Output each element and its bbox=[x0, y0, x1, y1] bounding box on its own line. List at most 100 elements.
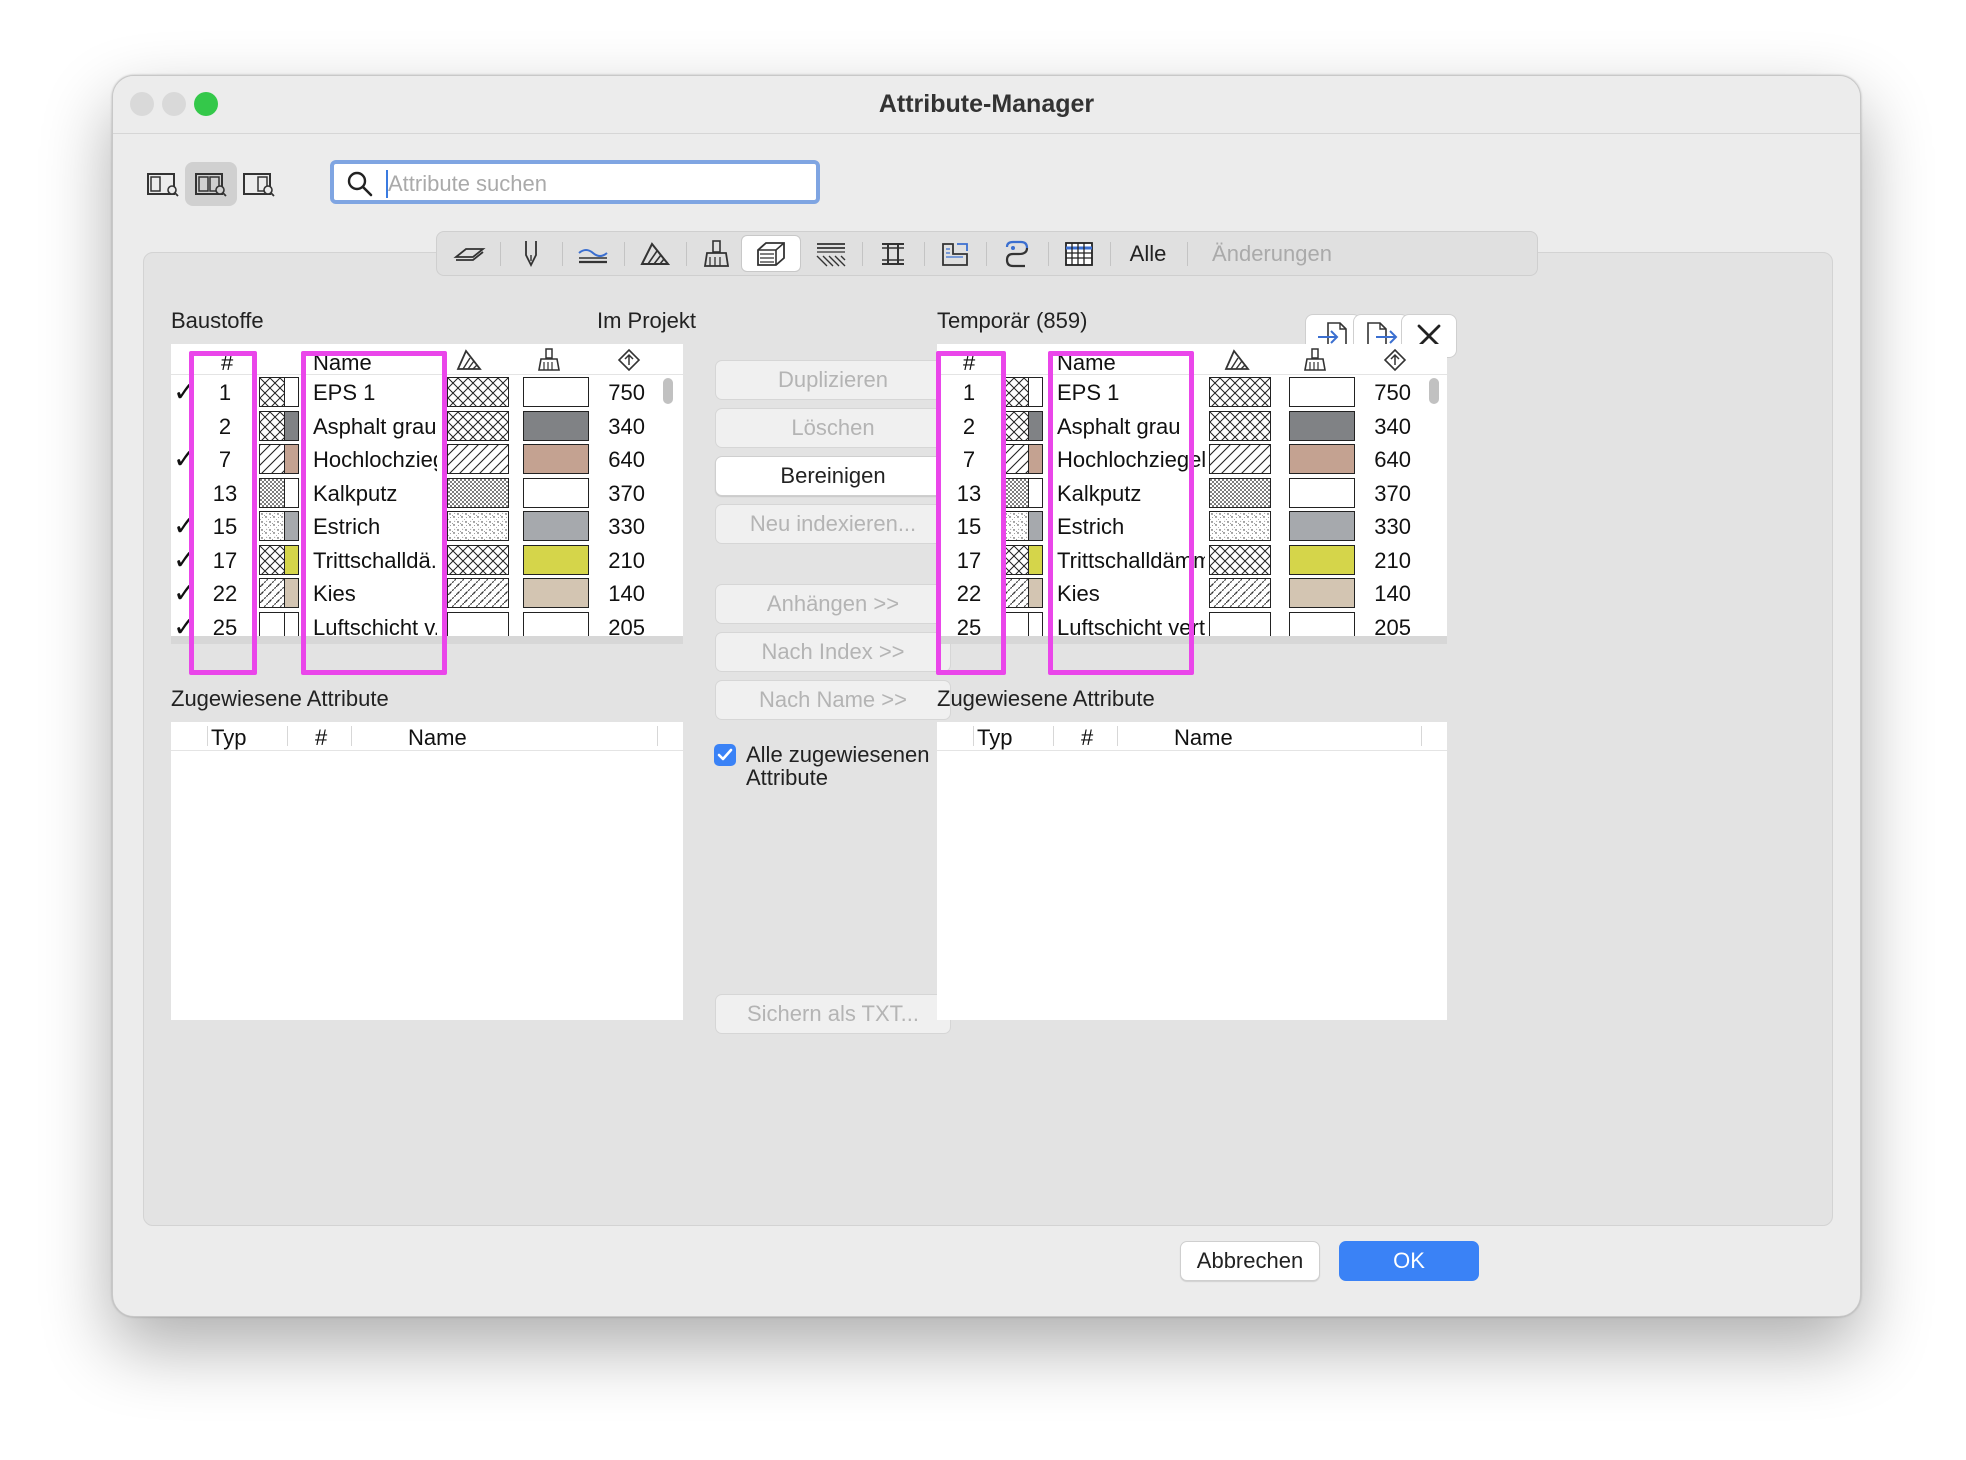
row-value: 205 bbox=[1374, 614, 1411, 637]
row-surface-color bbox=[1289, 511, 1355, 541]
all-assigned-checkbox[interactable] bbox=[714, 744, 736, 766]
row-small-fill-pattern bbox=[259, 511, 285, 541]
fill-pattern-swatch bbox=[1210, 612, 1270, 636]
surface-column-icon[interactable] bbox=[537, 347, 563, 373]
fill-column-icon[interactable] bbox=[1223, 348, 1251, 372]
tab-building-materials[interactable] bbox=[741, 235, 801, 272]
both-views-button[interactable] bbox=[185, 162, 237, 206]
tab-pens[interactable] bbox=[503, 235, 559, 272]
row-small-color-swatch bbox=[285, 544, 299, 575]
small-pattern-swatch bbox=[260, 612, 284, 636]
left-assigned-name-header[interactable]: Name bbox=[408, 725, 467, 751]
left-view-icon bbox=[147, 173, 179, 197]
row-fill-pattern bbox=[1209, 578, 1271, 608]
reindex-button[interactable]: Neu indexieren... bbox=[715, 504, 951, 544]
row-small-fill-pattern bbox=[1003, 444, 1029, 474]
row-value: 205 bbox=[608, 614, 645, 637]
small-pattern-swatch bbox=[1004, 512, 1028, 540]
highlight-left-name-column bbox=[301, 351, 447, 675]
right-assigned-index-header[interactable]: # bbox=[1081, 725, 1093, 751]
append-button[interactable]: Anhängen >> bbox=[715, 584, 951, 624]
fill-pattern-swatch bbox=[1210, 378, 1270, 406]
row-fill-pattern bbox=[1209, 377, 1271, 407]
fill-column-icon[interactable] bbox=[455, 348, 483, 372]
row-small-fill-pattern bbox=[259, 477, 285, 508]
right-assigned-type-header[interactable]: Typ bbox=[977, 725, 1012, 751]
row-fill-pattern bbox=[1209, 511, 1271, 541]
tab-surfaces[interactable] bbox=[689, 235, 745, 272]
profile-icon bbox=[882, 242, 904, 265]
small-pattern-swatch bbox=[1004, 478, 1028, 507]
row-value: 340 bbox=[1374, 413, 1411, 439]
left-assigned-index-header[interactable]: # bbox=[315, 725, 327, 751]
row-small-color-swatch bbox=[285, 578, 299, 608]
cancel-button[interactable]: Abbrechen bbox=[1180, 1241, 1320, 1281]
save-as-txt-button[interactable]: Sichern als TXT... bbox=[715, 994, 951, 1034]
row-small-fill-pattern bbox=[1003, 511, 1029, 541]
fill-pattern-swatch bbox=[1210, 545, 1270, 574]
search-input[interactable] bbox=[386, 170, 808, 198]
right-assigned-name-header[interactable]: Name bbox=[1174, 725, 1233, 751]
row-small-color-swatch bbox=[285, 410, 299, 441]
tab-composites[interactable] bbox=[803, 235, 859, 272]
row-value: 330 bbox=[608, 514, 645, 539]
by-index-button[interactable]: Nach Index >> bbox=[715, 632, 951, 672]
tab-profiles[interactable] bbox=[865, 235, 921, 272]
by-name-button[interactable]: Nach Name >> bbox=[715, 680, 951, 720]
row-small-color-swatch bbox=[1029, 444, 1043, 474]
priority-column-icon[interactable] bbox=[1383, 348, 1407, 372]
tab-all[interactable]: Alle bbox=[1113, 235, 1183, 272]
composite-icon bbox=[816, 242, 846, 266]
row-value: 640 bbox=[608, 447, 645, 472]
row-small-fill-pattern bbox=[1003, 477, 1029, 508]
fill-pattern-swatch bbox=[448, 445, 508, 473]
tab-line-types[interactable] bbox=[565, 235, 621, 272]
tab-zone-categories[interactable] bbox=[927, 235, 983, 272]
row-small-fill-pattern bbox=[259, 578, 285, 608]
row-small-color-swatch bbox=[1029, 377, 1043, 407]
priority-column-icon[interactable] bbox=[617, 348, 641, 372]
highlight-right-name-column bbox=[1048, 351, 1194, 675]
fill-pattern-swatch bbox=[1210, 579, 1270, 607]
surface-column-icon[interactable] bbox=[1303, 347, 1329, 373]
purge-button[interactable]: Bereinigen bbox=[715, 456, 951, 496]
layer-icon bbox=[453, 247, 486, 261]
row-fill-pattern bbox=[447, 511, 509, 541]
row-small-fill-pattern bbox=[259, 377, 285, 407]
column-divider bbox=[1117, 726, 1118, 746]
row-small-fill-pattern bbox=[1003, 578, 1029, 608]
row-fill-pattern bbox=[1209, 444, 1271, 474]
row-fill-pattern bbox=[447, 444, 509, 474]
left-table-scrollbar[interactable] bbox=[663, 378, 673, 404]
tab-fills[interactable] bbox=[627, 235, 683, 272]
tab-changes[interactable]: Änderungen bbox=[1193, 235, 1351, 272]
left-view-button[interactable] bbox=[137, 162, 189, 206]
fill-pattern-swatch bbox=[448, 478, 508, 507]
line-type-icon bbox=[578, 248, 608, 263]
row-small-color-swatch bbox=[285, 444, 299, 474]
row-surface-color bbox=[523, 410, 589, 441]
all-assigned-label-line2[interactable]: Attribute bbox=[746, 765, 828, 791]
small-pattern-swatch bbox=[1004, 612, 1028, 636]
row-small-color-swatch bbox=[285, 511, 299, 541]
right-view-button[interactable] bbox=[233, 162, 285, 206]
checkmark-icon bbox=[717, 748, 733, 761]
fill-pattern-swatch bbox=[448, 612, 508, 636]
tab-mep-systems[interactable] bbox=[989, 235, 1045, 272]
search-box[interactable] bbox=[330, 160, 820, 204]
right-table-scrollbar[interactable] bbox=[1429, 378, 1439, 404]
fill-pattern-swatch bbox=[448, 378, 508, 406]
row-value: 340 bbox=[608, 413, 645, 439]
small-pattern-swatch bbox=[1004, 579, 1028, 607]
delete-button[interactable]: Löschen bbox=[715, 408, 951, 448]
tab-layers[interactable] bbox=[441, 235, 497, 272]
row-fill-pattern bbox=[1209, 544, 1271, 575]
left-assigned-table: Typ # Name bbox=[171, 722, 683, 1020]
tab-grid[interactable] bbox=[1051, 235, 1107, 272]
duplicate-button[interactable]: Duplizieren bbox=[715, 360, 951, 400]
ok-button[interactable]: OK bbox=[1339, 1241, 1479, 1281]
row-surface-color bbox=[1289, 444, 1355, 474]
row-fill-pattern bbox=[447, 477, 509, 508]
left-assigned-type-header[interactable]: Typ bbox=[211, 725, 246, 751]
row-small-color-swatch bbox=[1029, 410, 1043, 441]
